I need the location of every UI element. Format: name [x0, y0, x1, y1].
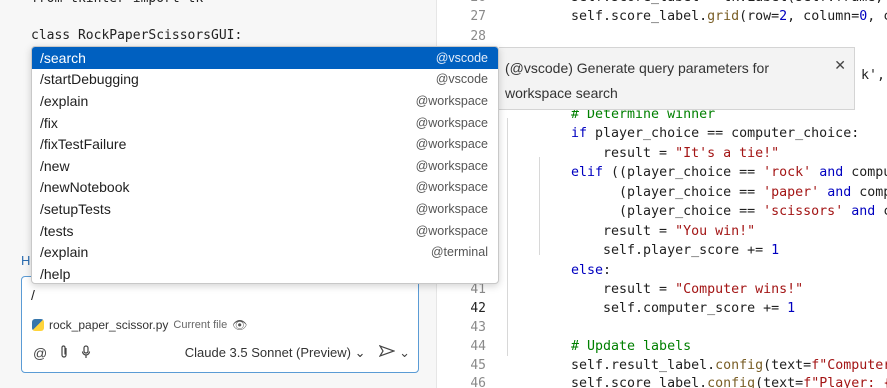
model-selector[interactable]: Claude 3.5 Sonnet (Preview) ⌄ [185, 345, 366, 361]
code-line-45: self.result_label.config(text=f"Computer [571, 358, 887, 373]
code-line-38: result = "You win!" [571, 224, 756, 239]
snippet-line-1: from tkinter import tk [31, 0, 203, 10]
code-line-27: self.score_label.grid(row=2, column=0, c… [571, 9, 887, 24]
microphone-icon[interactable] [81, 344, 91, 362]
current-file-hint: Current file [173, 319, 228, 331]
command-source: @workspace [415, 115, 488, 130]
chat-toolbar: @ Claude 3.5 Sonnet (Preview) ⌄ ⌄ [33, 343, 410, 363]
command-row-explain-terminal[interactable]: /explain @terminal [32, 241, 498, 263]
command-name: /explain [40, 244, 89, 261]
line-number: 28 [470, 29, 486, 44]
code-line-44: # Update labels [571, 339, 692, 354]
slash-command-popup: /search @vscode /startDebugging @vscode … [31, 46, 499, 284]
command-source: @workspace [415, 93, 488, 108]
line-number: 41 [470, 282, 486, 297]
python-file-icon [32, 319, 44, 331]
line-number: 43 [470, 320, 486, 335]
command-detail-text: (@vscode) Generate query parameters for … [505, 60, 769, 101]
code-line-33: if player_choice == computer_choice: [571, 126, 860, 141]
command-name: /fixTestFailure [40, 136, 127, 153]
command-name: /startDebugging [40, 71, 139, 88]
code-line-37: (player_choice == 'scissors' and co [571, 204, 887, 219]
command-row-newNotebook[interactable]: /newNotebook @workspace [32, 177, 498, 199]
line-number-active: 42 [470, 301, 486, 316]
chevron-down-icon: ⌄ [354, 345, 366, 360]
command-detail-panel: (@vscode) Generate query parameters for … [499, 47, 855, 110]
line-number: 44 [470, 339, 486, 354]
code-line-40: else: [571, 263, 612, 278]
command-row-tests[interactable]: /tests @workspace [32, 220, 498, 242]
command-name: /fix [40, 114, 58, 131]
code-line-41: result = "Computer wins!" [571, 282, 804, 297]
code-line-34: result = "It's a tie!" [571, 146, 780, 161]
chat-input[interactable]: / rock_paper_scissor.py Current file 👁 @… [21, 276, 419, 373]
current-file-chip[interactable]: rock_paper_scissor.py Current file 👁 [32, 318, 247, 332]
send-chevron-icon[interactable]: ⌄ [399, 345, 410, 360]
command-row-new[interactable]: /new @workspace [32, 155, 498, 177]
command-row-fixTestFailure[interactable]: /fixTestFailure @workspace [32, 133, 498, 155]
chat-input-value[interactable]: / [31, 287, 35, 303]
at-icon[interactable]: @ [33, 345, 47, 361]
command-row-setupTests[interactable]: /setupTests @workspace [32, 198, 498, 220]
command-name: /help [40, 265, 71, 282]
indent-guide [507, 118, 508, 356]
line-number: 45 [470, 358, 486, 373]
command-source: @vscode [435, 50, 488, 65]
command-source: @vscode [435, 72, 488, 87]
command-source: @workspace [415, 201, 488, 216]
command-row-startDebugging[interactable]: /startDebugging @vscode [32, 69, 498, 91]
command-name: /tests [40, 222, 74, 239]
command-source: @workspace [415, 223, 488, 238]
snippet-line-2: class RockPaperScissorsGUI: [31, 28, 243, 43]
command-source: @workspace [415, 180, 488, 195]
paperclip-icon[interactable] [59, 344, 69, 362]
code-line-46: self.score_label.config(text=f"Player: { [571, 376, 887, 388]
eye-icon[interactable]: 👁 [232, 318, 247, 332]
code-line-39: self.player_score += 1 [571, 243, 780, 258]
model-name: Claude 3.5 Sonnet (Preview) [184, 345, 351, 360]
command-row-search[interactable]: /search @vscode [32, 47, 498, 69]
indent-guide [539, 157, 540, 255]
send-button[interactable]: ⌄ [379, 344, 410, 361]
command-name: /setupTests [40, 200, 111, 217]
code-line-36: (player_choice == 'paper' and compu [571, 185, 887, 200]
line-number: 26 [470, 0, 486, 5]
code-line-42: self.computer_score += 1 [571, 301, 796, 316]
send-icon [379, 344, 397, 358]
command-source: @terminal [430, 245, 488, 260]
close-icon[interactable]: ✕ [834, 53, 846, 78]
command-name: /search [40, 49, 86, 66]
command-row-help[interactable]: /help [32, 263, 498, 283]
code-line-35: elif ((player_choice == 'rock' and compu… [571, 165, 887, 180]
code-line-26: self.score_label = tk.Label(self.frame, [571, 0, 887, 5]
code-line-30-tail: k', [861, 68, 886, 83]
command-name: /explain [40, 92, 89, 109]
command-source: @workspace [415, 137, 488, 152]
command-name: /new [40, 157, 70, 174]
command-row-fix[interactable]: /fix @workspace [32, 112, 498, 134]
current-file-name: rock_paper_scissor.py [49, 318, 169, 332]
line-number: 27 [470, 9, 486, 24]
chat-edge-label: H [21, 253, 31, 268]
command-row-explain[interactable]: /explain @workspace [32, 90, 498, 112]
command-name: /newNotebook [40, 179, 130, 196]
command-source: @workspace [415, 158, 488, 173]
line-number: 46 [470, 376, 486, 388]
